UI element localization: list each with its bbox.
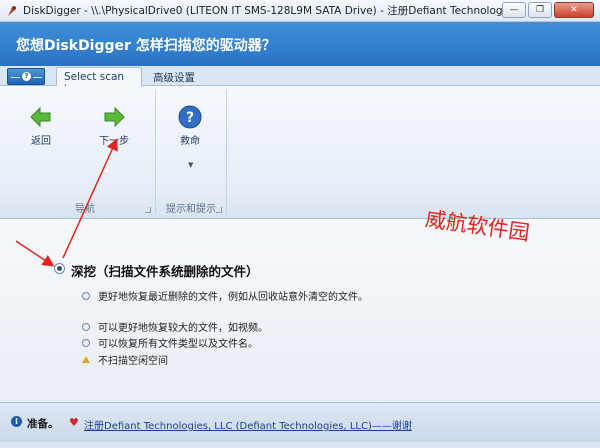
title-bar: DiskDigger - \\.\PhysicalDrive0 (LITEON … [0, 0, 600, 22]
window-title: DiskDigger - \\.\PhysicalDrive0 (LITEON … [23, 5, 523, 17]
warning-icon [82, 356, 90, 363]
bullet-text: 可以恢复所有文件类型以及文件名。 [98, 339, 258, 350]
plus-icon [82, 291, 90, 300]
scan-type-content: 深挖（扫描文件系统删除的文件） 更好地恢复最近删除的文件，例如从回收站意外清空的… [0, 219, 600, 402]
info-icon: i [11, 416, 22, 427]
status-bar: i 准备。 ♥ 注册Defiant Technologies, LLC (Def… [0, 402, 600, 442]
navigation-group-label: 导航 [75, 204, 95, 215]
tips-group-launcher-icon[interactable] [216, 207, 222, 213]
tips-group-label: 提示和提示 [166, 204, 216, 215]
back-button-label: 返回 [31, 136, 51, 147]
group-divider [226, 90, 227, 214]
deep-scan-option-title[interactable]: 深挖（扫描文件系统删除的文件） [71, 261, 259, 280]
help-button[interactable]: ? 救命 [170, 104, 210, 147]
restore-button[interactable]: ❐ [528, 2, 552, 18]
help-dropdown-caret-icon[interactable]: ▼ [188, 161, 193, 169]
wizard-heading: 您想DiskDigger 怎样扫描您的驱动器？ [0, 22, 600, 66]
next-button-label: 下一步 [99, 136, 129, 147]
bullet-text: 不扫描空闲空间 [98, 356, 168, 367]
ribbon-panel: 返回 下一步 导航 ? 救命 ▼ 提示和提示 [0, 86, 600, 219]
next-button[interactable]: 下一步 [94, 104, 134, 147]
help-icon: ? [178, 105, 202, 129]
tab-select-scan-type[interactable]: Select scan type [56, 67, 142, 95]
status-ready-text: 准备。 [27, 418, 59, 430]
back-arrow-icon [30, 106, 51, 128]
close-button[interactable]: ✕ [554, 2, 594, 18]
plus-icon [82, 322, 90, 331]
navigation-group-launcher-icon[interactable] [145, 207, 151, 213]
registration-link[interactable]: 注册Defiant Technologies, LLC (Defiant Tec… [84, 417, 412, 432]
bullet-text: 更好地恢复最近删除的文件，例如从回收站意外清空的文件。 [98, 292, 368, 303]
back-button[interactable]: 返回 [21, 104, 61, 147]
bullet-text: 可以更好地恢复较大的文件，如视频。 [98, 323, 268, 334]
next-arrow-icon [104, 106, 125, 128]
help-circle-icon: ? [22, 72, 31, 81]
heart-icon: ♥ [69, 416, 79, 429]
group-divider [155, 90, 156, 214]
list-item: 更好地恢复最近删除的文件，例如从回收站意外清空的文件。 [82, 288, 368, 303]
menu-dash-left [11, 77, 20, 78]
minimize-button[interactable]: — [502, 2, 526, 18]
radio-selected-dot [57, 266, 62, 271]
list-item: 不扫描空闲空间 [82, 352, 168, 367]
menu-dash-right [33, 77, 42, 78]
deep-scan-radio[interactable] [54, 263, 65, 274]
svg-text:?: ? [186, 110, 194, 126]
plus-icon [82, 338, 90, 347]
ribbon-tab-strip: ? Select scan type 高级设置 [0, 66, 600, 95]
list-item: 可以更好地恢复较大的文件，如视频。 [82, 319, 268, 334]
help-button-label: 救命 [180, 136, 200, 147]
application-menu-button[interactable]: ? [7, 68, 45, 85]
list-item: 可以恢复所有文件类型以及文件名。 [82, 335, 258, 350]
tab-advanced-settings[interactable]: 高级设置 [146, 67, 202, 87]
window-controls: — ❐ ✕ [502, 2, 594, 18]
diskdigger-app-icon [8, 5, 16, 16]
